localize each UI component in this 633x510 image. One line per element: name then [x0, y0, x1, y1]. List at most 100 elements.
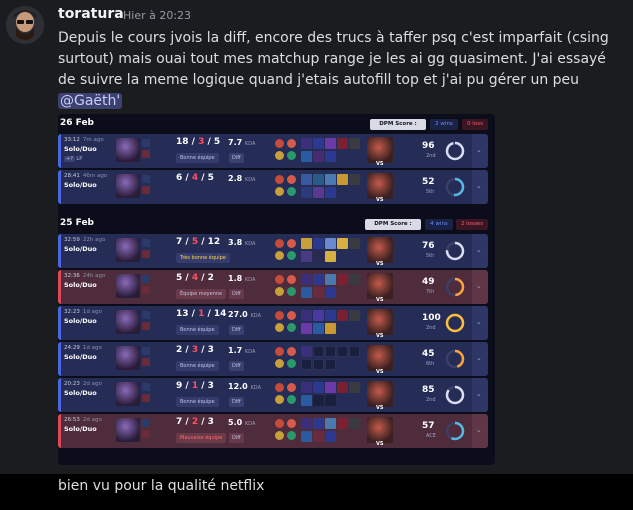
match-row[interactable]: 24:29 1d ago Solo/Duo 2 / 3 / 3 1.7 KDA Bonne… [58, 342, 488, 376]
item-slot [301, 187, 312, 198]
kda-score: 13 / 1 / 14 [176, 309, 226, 319]
result-bar [58, 234, 61, 268]
username[interactable]: toratura [58, 6, 124, 22]
diff-badge: Diff [229, 397, 244, 407]
vs-label: VS [376, 441, 384, 447]
performance-score: 49 7th [418, 274, 468, 300]
rune-icon [275, 383, 284, 392]
kda-label: KDA [244, 349, 256, 355]
match-row[interactable]: 20:23 2d ago Solo/Duo 9 / 1 / 3 12.0 KDA Bonn… [58, 378, 488, 412]
diff-badge: Diff [229, 361, 244, 371]
match-duration: 28:41 46m ago [64, 173, 108, 179]
item-slot [325, 346, 336, 357]
kda-score: 7 / 5 / 12 [176, 237, 220, 247]
assists: / 3 [198, 345, 214, 355]
runes-group [275, 275, 297, 299]
kda-label: KDA [244, 177, 256, 183]
match-row[interactable]: 28:41 46m ago Solo/Duo 6 / 4 / 5 2.8 KDA VS 52… [58, 170, 488, 204]
kills: 9 / [176, 381, 192, 391]
kda-label: KDA [244, 141, 256, 147]
avatar[interactable] [6, 6, 44, 44]
expand-button[interactable]: ⌄ [472, 134, 488, 168]
diff-badge: Diff [229, 289, 244, 299]
performance-score: 45 6th [418, 346, 468, 372]
item-slot [301, 138, 312, 149]
rune-icon [287, 175, 296, 184]
result-bar [58, 378, 61, 412]
image-attachment[interactable]: 26 Feb DPM Score : 74.9 2 wins 0 loss 33:127… [58, 114, 495, 465]
items-group [301, 274, 360, 300]
chevron-down-icon: ⌄ [476, 282, 482, 290]
item-slot [301, 359, 312, 370]
expand-button[interactable]: ⌄ [472, 306, 488, 340]
item-slot [301, 323, 312, 334]
chevron-down-icon: ⌄ [476, 146, 482, 154]
match-time-ago: 46m ago [82, 173, 108, 179]
match-row[interactable]: 32:59 22h ago Solo/Duo 7 / 5 / 12 3.8 KDA Trè… [58, 234, 488, 268]
team-quality-badge: Bonne équipe [176, 397, 219, 407]
result-bar [58, 342, 61, 376]
performance-score: 76 5th [418, 238, 468, 264]
match-duration: 20:23 2d ago [64, 381, 102, 387]
vs-label: VS [376, 197, 384, 203]
match-duration: 32:23 1d ago [64, 309, 102, 315]
summoner-spell-icon [142, 430, 150, 438]
score-value: 76 [422, 241, 435, 251]
item-slot [313, 395, 324, 406]
summoner-spell-icon [142, 286, 150, 294]
rune-icon [275, 251, 284, 260]
item-slot [301, 238, 312, 249]
match-row[interactable]: 33:12 7m ago Solo/Duo +? LP 18 / 3 / 5 7.7 KD… [58, 134, 488, 168]
vs-label: VS [376, 405, 384, 411]
lp-label: LP [74, 156, 83, 162]
score-rank: 2nd [426, 153, 436, 159]
match-duration: 33:12 7m ago [64, 137, 104, 143]
summoner-spell-icon [142, 311, 150, 319]
assists: / 3 [198, 417, 214, 427]
user-mention[interactable]: @Gaëth' [58, 93, 123, 109]
team-quality-badge: Bonne équipe [176, 361, 219, 371]
kda-ratio: 27.0 KDA [228, 310, 261, 319]
rune-icon [287, 359, 296, 368]
match-duration: 32:36 24h ago [64, 273, 106, 279]
rune-icon [275, 139, 284, 148]
rune-icon [287, 139, 296, 148]
match-row[interactable]: 32:36 24h ago Solo/Duo 5 / 4 / 2 1.8 KDA Équi… [58, 270, 488, 304]
expand-button[interactable]: ⌄ [472, 342, 488, 376]
item-slot [313, 151, 324, 162]
expand-button[interactable]: ⌄ [472, 270, 488, 304]
dpm-score-badge: DPM Score : 68.9 [365, 219, 421, 238]
opponent-portrait [367, 173, 393, 199]
expand-button[interactable]: ⌄ [472, 170, 488, 204]
expand-button[interactable]: ⌄ [472, 414, 488, 448]
match-row[interactable]: 26:53 2d ago Solo/Duo 7 / 2 / 3 5.0 KDA Mauva… [58, 414, 488, 448]
expand-button[interactable]: ⌄ [472, 234, 488, 268]
kda-ratio: 3.8 KDA [228, 238, 256, 247]
item-slot [337, 238, 348, 249]
rune-icon [275, 359, 284, 368]
item-slot [349, 238, 360, 249]
match-row[interactable]: 32:23 1d ago Solo/Duo 13 / 1 / 14 27.0 KDA Bo… [58, 306, 488, 340]
kills: 7 / [176, 417, 192, 427]
item-slot [313, 274, 324, 285]
queue-type: Solo/Duo [64, 281, 97, 289]
diff-badge: Diff [229, 325, 244, 335]
score-ring-fill [445, 313, 465, 333]
losses-badge: 2 losses [456, 219, 488, 230]
assists: / 12 [198, 237, 221, 247]
losses-badge: 0 loss [462, 119, 488, 130]
item-slot [301, 174, 312, 185]
performance-score: 52 5th [418, 174, 468, 200]
item-slot [313, 138, 324, 149]
assists: / 5 [198, 173, 214, 183]
score-value: 85 [422, 385, 435, 395]
opponent-portrait [367, 273, 393, 299]
queue-type: Solo/Duo [64, 389, 97, 397]
champion-portrait [116, 346, 140, 370]
expand-button[interactable]: ⌄ [472, 378, 488, 412]
result-bar [58, 270, 61, 304]
kills: 6 / [176, 173, 192, 183]
rune-icon [275, 287, 284, 296]
item-slot [325, 395, 336, 406]
item-slot [325, 274, 336, 285]
